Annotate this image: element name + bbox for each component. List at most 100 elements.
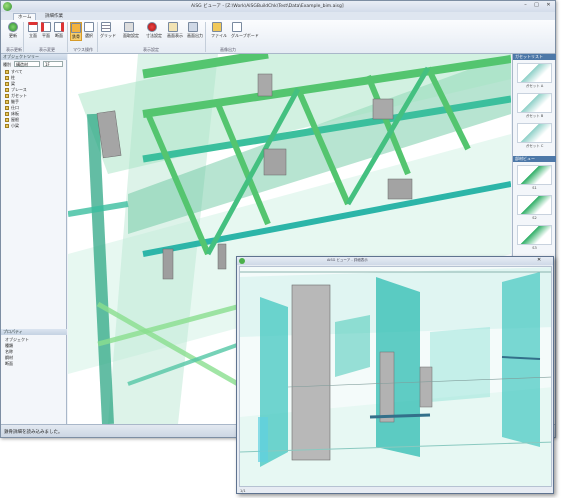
- thumbnail-caption: S3: [532, 246, 537, 250]
- folder-icon: [5, 94, 9, 98]
- image-output-icon: [188, 22, 198, 32]
- ribbon: 更新 立面 平面 断面 鉄骨 選択 グリッド 面取設定 寸法設定 画面表示 画面…: [1, 20, 555, 54]
- detail-viewport[interactable]: [239, 266, 552, 487]
- tree-item-label: ガセット: [11, 93, 27, 98]
- left-panel: オブジェクトツリー 種別 構造材 1F すべて柱梁ブレース ガセット 継手 仕口 床板屋…: [1, 54, 67, 424]
- display-button[interactable]: 画面表示: [167, 22, 183, 39]
- select-button[interactable]: 選択: [83, 22, 95, 39]
- group-label-display: 表示設定: [143, 47, 159, 52]
- tree-item[interactable]: ブレース: [5, 87, 27, 92]
- folder-icon: [212, 22, 222, 32]
- tree-item[interactable]: ガセット: [5, 93, 27, 98]
- folder-icon: [5, 124, 9, 128]
- property-row[interactable]: 断面: [5, 361, 13, 366]
- plan-button[interactable]: 平面: [40, 22, 52, 39]
- folder-icon: [5, 76, 9, 80]
- tree-item[interactable]: すべて: [5, 69, 23, 74]
- refresh-button[interactable]: 更新: [7, 22, 19, 39]
- floor-select[interactable]: 1F: [43, 61, 63, 67]
- tree-item-label: 継手: [11, 99, 19, 104]
- grid-icon: [101, 22, 111, 32]
- tree-item-label: 柱: [11, 75, 15, 80]
- minimize-icon[interactable]: –: [521, 2, 530, 9]
- gusset-thumbnail[interactable]: [517, 93, 552, 113]
- property-row[interactable]: 名称: [5, 349, 13, 354]
- tree-item[interactable]: 柱: [5, 75, 15, 80]
- tree-item[interactable]: 仕口: [5, 105, 19, 110]
- thumbnail-caption: S1: [532, 186, 537, 190]
- thumbnail-caption: ガセット C: [525, 144, 544, 148]
- tree-item[interactable]: 継手: [5, 99, 19, 104]
- display-icon: [168, 22, 178, 32]
- steel-button[interactable]: 鉄骨: [70, 22, 82, 41]
- grid-button[interactable]: グリッド: [100, 22, 116, 39]
- member-thumbnail[interactable]: [517, 225, 552, 245]
- filter-label: 種別: [3, 62, 11, 67]
- tree-item-label: ブレース: [11, 87, 27, 92]
- folder-icon: [5, 82, 9, 86]
- folder-icon: [5, 88, 9, 92]
- tree-item-label: すべて: [11, 69, 23, 74]
- property-row[interactable]: オブジェクト: [5, 337, 29, 342]
- tree-item[interactable]: 梁: [5, 81, 15, 86]
- tree-item[interactable]: 小梁: [5, 123, 19, 128]
- property-row[interactable]: 鋼材: [5, 355, 13, 360]
- tree-item[interactable]: 床板: [5, 111, 19, 116]
- tab-home[interactable]: ホーム: [13, 13, 37, 20]
- maximize-icon[interactable]: □: [532, 2, 541, 9]
- image-output-button[interactable]: 画面出力: [187, 22, 203, 39]
- folder-icon: [5, 100, 9, 104]
- dimension-settings-button[interactable]: 寸法設定: [146, 22, 162, 39]
- member-thumbnail[interactable]: [517, 165, 552, 185]
- filter-select[interactable]: 構造材: [14, 61, 40, 67]
- group-label-refresh: 表示更新: [6, 47, 22, 52]
- tree-header: オブジェクトツリー: [1, 54, 67, 60]
- thumbnail-caption: ガセット B: [525, 114, 544, 118]
- member-view-header: 部材ビュー: [513, 156, 556, 162]
- steel-icon: [71, 23, 81, 33]
- elevation-button[interactable]: 立面: [27, 22, 39, 39]
- detail-close-icon[interactable]: ✕: [537, 257, 541, 263]
- chamfer-icon: [124, 22, 134, 32]
- cursor-icon: [84, 22, 94, 32]
- refresh-icon: [8, 22, 18, 32]
- tree-item-label: 梁: [11, 81, 15, 86]
- folder-icon: [5, 112, 9, 116]
- dimension-icon: [147, 22, 157, 32]
- detail-app-icon[interactable]: [239, 258, 245, 264]
- detail-title-bar: AiSG ビューア - 詳細表示 ✕: [237, 257, 553, 265]
- group-board-button[interactable]: グループボード: [231, 22, 259, 39]
- object-tree: すべて柱梁ブレース ガセット 継手 仕口 床板 屋根 小梁: [1, 69, 67, 249]
- tab-detail[interactable]: 詳細作業: [41, 13, 67, 20]
- group-label-output: 画像出力: [220, 47, 236, 52]
- ribbon-tabs: ホーム 詳細作業: [1, 12, 555, 20]
- tree-item-label: 屋根: [11, 117, 19, 122]
- folder-icon: [5, 106, 9, 110]
- detail-status-bar: 1/1: [240, 489, 246, 493]
- gusset-thumbnail[interactable]: [517, 63, 552, 83]
- detail-window-title: AiSG ビューア - 詳細表示: [327, 258, 368, 262]
- group-label-mouse: マウス操作: [73, 47, 93, 52]
- title-bar: AiSG ビューア - [Z:\Work\AiSGBuildChk\Test\D…: [1, 1, 555, 12]
- gusset-thumbnail[interactable]: [517, 123, 552, 143]
- folder-icon: [5, 118, 9, 122]
- file-button[interactable]: ファイル: [211, 22, 227, 39]
- plan-icon: [41, 22, 51, 32]
- tree-item[interactable]: 屋根: [5, 117, 19, 122]
- thumbnail-caption: ガセット A: [525, 84, 544, 88]
- close-icon[interactable]: ✕: [544, 2, 553, 9]
- section-icon: [54, 22, 64, 32]
- folder-icon: [5, 70, 9, 74]
- window-title: AiSG ビューア - [Z:\Work\AiSGBuildChk\Test\D…: [191, 4, 344, 9]
- gusset-list-header: ガセットリスト: [513, 54, 556, 60]
- property-row[interactable]: 種類: [5, 343, 13, 348]
- member-thumbnail[interactable]: [517, 195, 552, 215]
- app-logo-icon[interactable]: [3, 2, 12, 11]
- tree-item-label: 仕口: [11, 105, 19, 110]
- chamfer-settings-button[interactable]: 面取設定: [123, 22, 139, 39]
- thumbnail-caption: S2: [532, 216, 537, 220]
- tree-item-label: 床板: [11, 111, 19, 116]
- group-board-icon: [232, 22, 242, 32]
- section-button[interactable]: 断面: [53, 22, 65, 39]
- property-list: オブジェクト 種類 名称 鋼材 断面: [1, 337, 67, 377]
